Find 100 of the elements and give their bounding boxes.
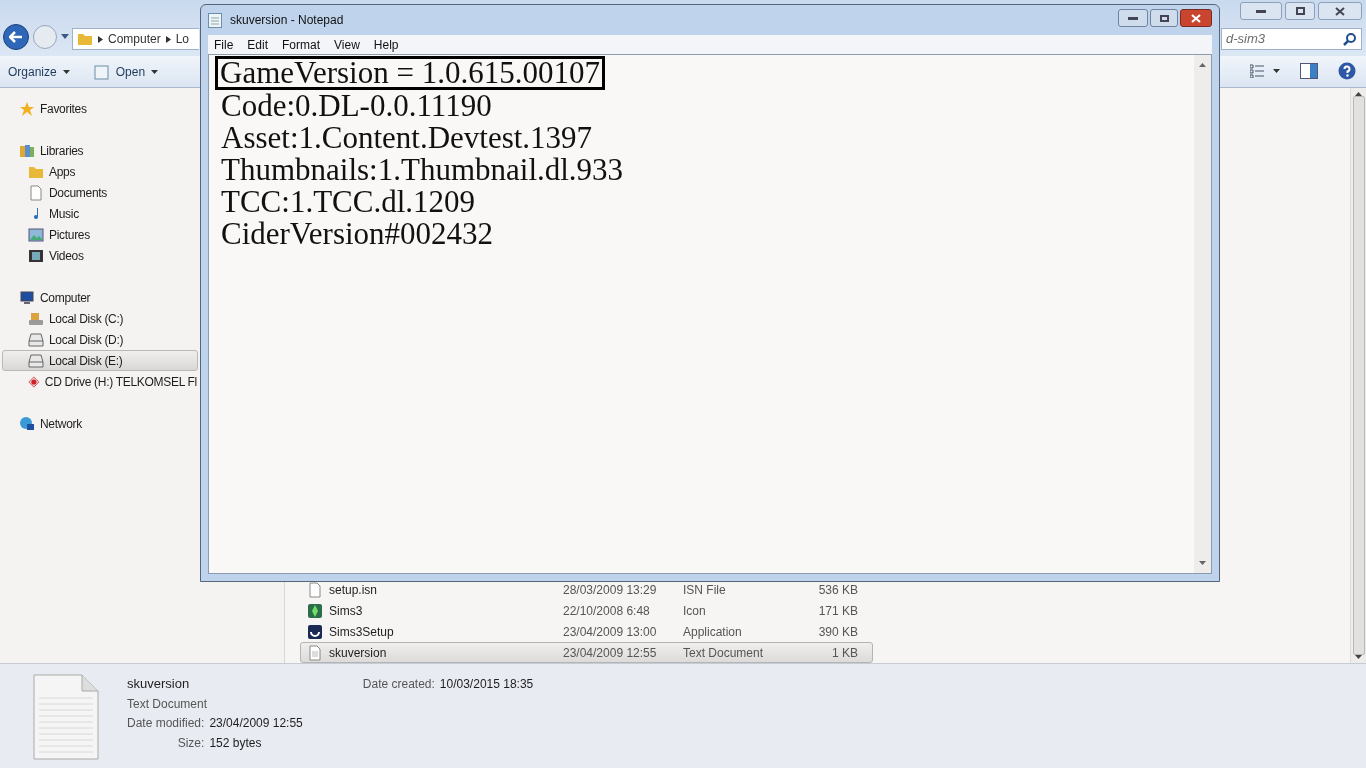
text-line: Asset:1.Content.Devtest.1397 [220,122,594,154]
file-row[interactable]: setup.isn 28/03/2009 13:29 ISN File 536 KB [300,579,873,600]
breadcrumb-item[interactable]: Computer [108,30,161,48]
breadcrumb-item[interactable]: Lo [175,30,190,48]
menu-item[interactable]: Edit [247,35,269,54]
scrollbar[interactable] [1350,88,1366,663]
file-icon [307,581,323,598]
sidebar-item[interactable]: CD Drive (H:) TELKOMSEL Fl [2,371,198,392]
text-line: CiderVersion#002432 [220,218,495,250]
library-icon [19,142,35,159]
field-value: 23/04/2009 12:55 [209,714,303,732]
notepad-icon [208,12,222,28]
close-button[interactable] [1318,2,1362,20]
sidebar-item[interactable]: Local Disk (C:) [2,308,198,329]
arrow-icon [9,31,23,43]
sidebar-item[interactable]: Apps [2,161,198,182]
text-line: TCC:1.TCC.dl.1209 [220,186,477,218]
scrollbar[interactable] [1194,55,1211,573]
document-icon [28,184,44,201]
file-type: Text Document [683,644,765,662]
file-type: Application [683,623,743,641]
window-title: skuversion - Notepad [230,12,344,29]
file-type: Icon [683,602,707,620]
drive-icon [28,331,44,348]
file-name: skuversion [329,644,387,662]
preview-pane-icon[interactable] [1300,63,1318,79]
sidebar-item[interactable]: Computer [2,287,198,308]
sidebar-item[interactable]: Music [2,203,198,224]
file-size: 171 KB [817,602,858,620]
address-bar[interactable]: Computer Lo [72,28,199,50]
restore-button[interactable] [1285,2,1315,20]
file-size: 1 KB [831,644,858,662]
sidebar-item[interactable]: Videos [2,245,198,266]
sidebar-item[interactable]: Local Disk (D:) [2,329,198,350]
file-size: 536 KB [817,581,858,599]
caret-icon [151,69,159,74]
file-type: Text Document [127,695,209,713]
file-name: Sims3Setup [329,623,394,641]
drive-icon [28,310,44,327]
maximize-button[interactable] [1150,9,1178,27]
text-line: Thumbnails:1.Thumbnail.dl.933 [220,154,625,186]
field-label: Date modified: [127,714,205,732]
sidebar-item[interactable]: Favorites [2,98,198,119]
toolbar-button[interactable]: Organize [8,62,70,81]
sidebar-item[interactable]: Local Disk (E:) [2,350,198,371]
field-value: 10/03/2015 18:35 [439,676,534,693]
menu-item[interactable]: Help [373,35,399,54]
toolbar-button[interactable]: Open [93,62,159,81]
minimize-button[interactable] [1118,9,1148,27]
view-icon[interactable] [1250,64,1280,78]
sidebar-item[interactable]: Libraries [2,140,198,161]
film-icon [28,247,44,264]
field-label: Date created: [362,676,435,693]
globe-icon [19,415,35,432]
drive-icon [28,352,44,369]
file-size: 390 KB [817,623,858,641]
file-row[interactable]: skuversion 23/04/2009 12:55 Text Document 1 KB [300,642,873,663]
sidebar-item[interactable]: Network [2,413,198,434]
menu-item[interactable]: Format [282,35,321,54]
menu-item[interactable]: File [214,35,234,54]
star-icon [19,100,35,117]
file-type: ISN File [683,581,727,599]
notepad-icon [93,63,110,80]
minimize-button[interactable] [1240,2,1282,20]
scroll-down-icon[interactable] [1199,561,1206,565]
menu-item[interactable]: View [334,35,360,54]
text-document-icon [33,674,99,760]
monitor-icon [19,289,35,306]
scroll-up-icon[interactable] [1199,63,1206,67]
close-icon [1335,6,1345,16]
help-icon[interactable] [1338,62,1356,80]
file-date: 22/10/2008 6:48 [563,602,651,620]
file-icon [307,644,323,661]
file-date: 28/03/2009 13:29 [563,581,658,599]
caret-icon [62,69,70,74]
dropdown-icon[interactable] [61,34,69,40]
file-row[interactable]: Sims3Setup 23/04/2009 13:00 Application 390 KB [300,621,873,642]
image-icon [28,226,44,243]
close-icon [1191,13,1201,23]
file-date: 23/04/2009 12:55 [563,644,658,662]
field-label: Size: [176,734,205,752]
scroll-thumb[interactable] [1352,96,1365,655]
back-button[interactable] [3,24,29,50]
search-field[interactable]: d-sim3 [1221,28,1362,50]
sidebar-item[interactable]: Documents [2,182,198,203]
text-line: Code:0.DL-0.0.11190 [220,90,493,122]
file-name: setup.isn [329,581,378,599]
search-icon[interactable] [1343,32,1357,46]
file-icon [307,602,323,619]
file-row[interactable]: Sims3 22/10/2008 6:48 Icon 171 KB [300,600,873,621]
search-placeholder: d-sim3 [1226,30,1265,49]
file-name: skuversion [127,675,191,693]
close-button[interactable] [1180,9,1212,27]
folder-icon [77,31,93,47]
field-value: 152 bytes [209,734,263,752]
sidebar-item[interactable]: Pictures [2,224,198,245]
file-date: 23/04/2009 13:00 [563,623,658,641]
chevron-icon[interactable] [165,35,171,43]
file-name: Sims3 [329,602,363,620]
chevron-icon[interactable] [98,35,103,43]
